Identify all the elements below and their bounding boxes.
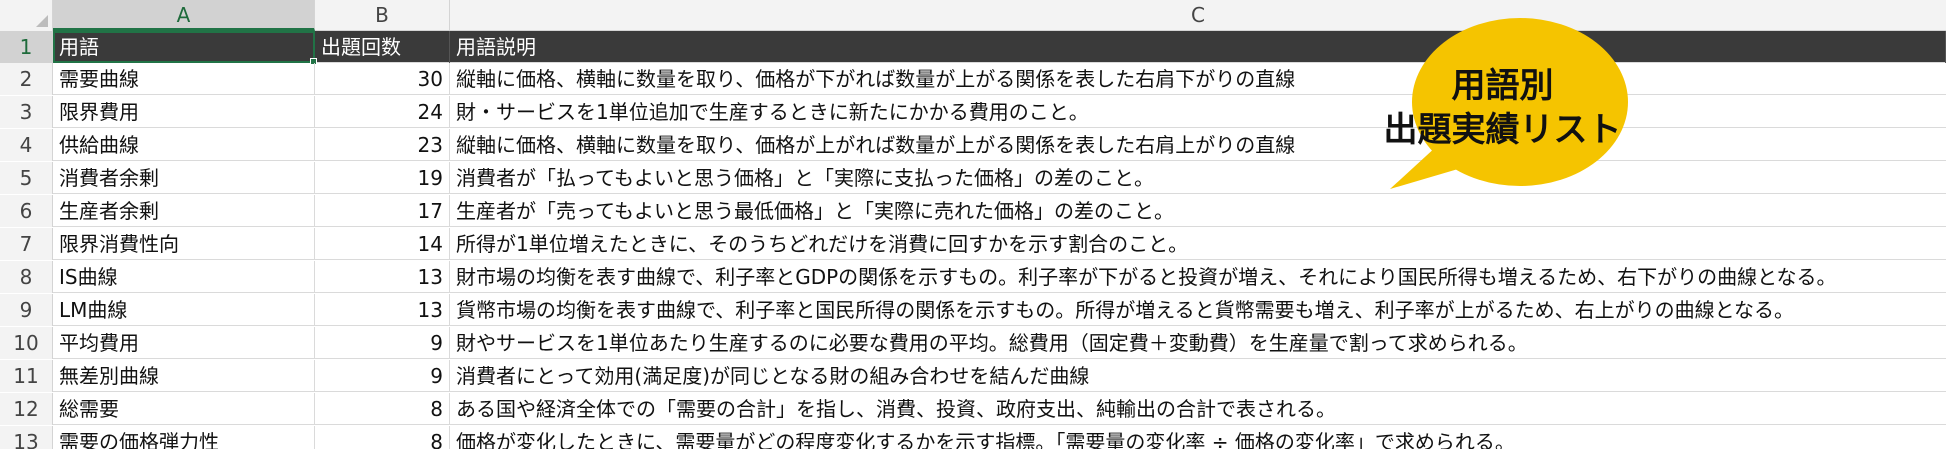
desc-cell[interactable]: 財市場の均衡を表す曲線で、利子率とGDPの関係を示すもの。利子率が下がると投資が… — [450, 261, 1946, 293]
row-number[interactable]: 2 — [0, 63, 53, 95]
term-cell[interactable]: 無差別曲線 — [53, 360, 315, 392]
table-row: 11 無差別曲線 9 消費者にとって効用(満足度)が同じとなる財の組み合わせを結… — [0, 360, 1946, 392]
term-cell[interactable]: 総需要 — [53, 393, 315, 425]
row-number[interactable]: 3 — [0, 96, 53, 128]
header-desc-cell[interactable]: 用語説明 — [450, 31, 1946, 63]
row-number[interactable]: 8 — [0, 261, 53, 293]
table-row: 4 供給曲線 23 縦軸に価格、横軸に数量を取り、価格が上がれば数量が上がる関係… — [0, 129, 1946, 161]
term-cell[interactable]: 限界費用 — [53, 96, 315, 128]
term-cell[interactable]: 限界消費性向 — [53, 228, 315, 260]
desc-cell[interactable]: 縦軸に価格、横軸に数量を取り、価格が下がれば数量が上がる関係を表した右肩下がりの… — [450, 63, 1946, 95]
row-number[interactable]: 9 — [0, 294, 53, 326]
desc-cell[interactable]: 貨幣市場の均衡を表す曲線で、利子率と国民所得の関係を示すもの。所得が増えると貨幣… — [450, 294, 1946, 326]
count-cell[interactable]: 13 — [315, 261, 450, 293]
term-cell[interactable]: IS曲線 — [53, 261, 315, 293]
desc-cell[interactable]: 財やサービスを1単位あたり生産するのに必要な費用の平均。総費用（固定費＋変動費）… — [450, 327, 1946, 359]
callout-balloon: 用語別 出題実績リスト — [1380, 14, 1630, 194]
column-header-c[interactable]: C — [450, 0, 1946, 31]
desc-cell[interactable]: ある国や経済全体での「需要の合計」を指し、消費、投資、政府支出、純輸出の合計で表… — [450, 393, 1946, 425]
spreadsheet: A B C 1 用語 出題回数 用語説明 2 需要曲線 30 縦軸に価格、横軸に… — [0, 0, 1946, 449]
row-number[interactable]: 4 — [0, 129, 53, 161]
select-all-corner[interactable] — [0, 0, 53, 31]
table-row: 7 限界消費性向 14 所得が1単位増えたときに、そのうちどれだけを消費に回すか… — [0, 228, 1946, 260]
column-header-row: A B C — [0, 0, 1946, 31]
count-cell[interactable]: 9 — [315, 360, 450, 392]
count-cell[interactable]: 8 — [315, 393, 450, 425]
desc-cell[interactable]: 消費者にとって効用(満足度)が同じとなる財の組み合わせを結んだ曲線 — [450, 360, 1946, 392]
table-row: 5 消費者余剰 19 消費者が「払ってもよいと思う価格」と「実際に支払った価格」… — [0, 162, 1946, 194]
desc-cell[interactable]: 所得が1単位増えたときに、そのうちどれだけを消費に回すかを示す割合のこと。 — [450, 228, 1946, 260]
count-cell[interactable]: 23 — [315, 129, 450, 161]
term-cell[interactable]: 平均費用 — [53, 327, 315, 359]
term-cell[interactable]: LM曲線 — [53, 294, 315, 326]
table-row: 3 限界費用 24 財・サービスを1単位追加で生産するときに新たにかかる費用のこ… — [0, 96, 1946, 128]
count-cell[interactable]: 9 — [315, 327, 450, 359]
row-number[interactable]: 11 — [0, 360, 53, 392]
select-all-triangle-icon — [36, 15, 48, 27]
table-row: 6 生産者余剰 17 生産者が「売ってもよいと思う最低価格」と「実際に売れた価格… — [0, 195, 1946, 227]
header-count-cell[interactable]: 出題回数 — [315, 31, 450, 63]
table-row: 9 LM曲線 13 貨幣市場の均衡を表す曲線で、利子率と国民所得の関係を示すもの… — [0, 294, 1946, 326]
table-row: 2 需要曲線 30 縦軸に価格、横軸に数量を取り、価格が下がれば数量が上がる関係… — [0, 63, 1946, 95]
term-cell[interactable]: 生産者余剰 — [53, 195, 315, 227]
table-header-row: 1 用語 出題回数 用語説明 — [0, 31, 1946, 63]
count-cell[interactable]: 14 — [315, 228, 450, 260]
header-term-cell[interactable]: 用語 — [53, 31, 315, 63]
row-number[interactable]: 12 — [0, 393, 53, 425]
row-number[interactable]: 5 — [0, 162, 53, 194]
table-row: 12 総需要 8 ある国や経済全体での「需要の合計」を指し、消費、投資、政府支出… — [0, 393, 1946, 425]
callout-line-2: 出題実績リスト — [1383, 110, 1622, 150]
count-cell[interactable]: 19 — [315, 162, 450, 194]
term-cell[interactable]: 需要の価格弾力性 — [53, 426, 315, 449]
term-cell[interactable]: 供給曲線 — [53, 129, 315, 161]
desc-cell[interactable]: 縦軸に価格、横軸に数量を取り、価格が上がれば数量が上がる関係を表した右肩上がりの… — [450, 129, 1946, 161]
row-number[interactable]: 6 — [0, 195, 53, 227]
table-row: 13 需要の価格弾力性 8 価格が変化したときに、需要量がどの程度変化するかを示… — [0, 426, 1946, 449]
count-cell[interactable]: 30 — [315, 63, 450, 95]
row-number[interactable]: 10 — [0, 327, 53, 359]
row-number[interactable]: 7 — [0, 228, 53, 260]
count-cell[interactable]: 8 — [315, 426, 450, 449]
term-cell[interactable]: 需要曲線 — [53, 63, 315, 95]
column-header-b[interactable]: B — [315, 0, 450, 31]
row-number[interactable]: 1 — [0, 31, 53, 63]
column-header-a[interactable]: A — [53, 0, 315, 31]
term-cell[interactable]: 消費者余剰 — [53, 162, 315, 194]
count-cell[interactable]: 17 — [315, 195, 450, 227]
desc-cell[interactable]: 財・サービスを1単位追加で生産するときに新たにかかる費用のこと。 — [450, 96, 1946, 128]
table-row: 8 IS曲線 13 財市場の均衡を表す曲線で、利子率とGDPの関係を示すもの。利… — [0, 261, 1946, 293]
table-row: 10 平均費用 9 財やサービスを1単位あたり生産するのに必要な費用の平均。総費… — [0, 327, 1946, 359]
desc-cell[interactable]: 生産者が「売ってもよいと思う最低価格」と「実際に売れた価格」の差のこと。 — [450, 195, 1946, 227]
row-number[interactable]: 13 — [0, 426, 53, 449]
callout-text: 用語別 出題実績リスト — [1380, 64, 1625, 152]
callout-line-1: 用語別 — [1451, 66, 1554, 106]
desc-cell[interactable]: 価格が変化したときに、需要量がどの程度変化するかを示す指標。「需要量の変化率 ÷… — [450, 426, 1946, 449]
desc-cell[interactable]: 消費者が「払ってもよいと思う価格」と「実際に支払った価格」の差のこと。 — [450, 162, 1946, 194]
count-cell[interactable]: 13 — [315, 294, 450, 326]
count-cell[interactable]: 24 — [315, 96, 450, 128]
